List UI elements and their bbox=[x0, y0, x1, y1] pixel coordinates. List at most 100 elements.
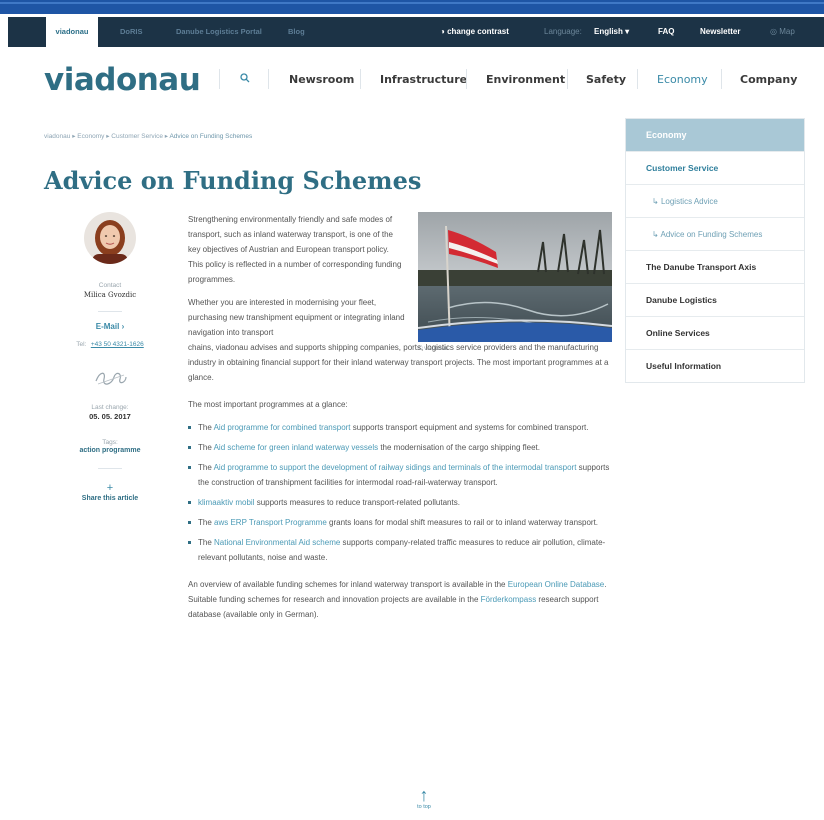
breadcrumb-economy[interactable]: Economy bbox=[77, 133, 104, 140]
list-item: klimaaktiv mobil supports measures to re… bbox=[188, 495, 618, 510]
closing-text: An overview of available funding schemes… bbox=[188, 580, 508, 589]
site-logo[interactable]: viadonau bbox=[44, 62, 201, 98]
sidebar-item-danube-transport-axis[interactable]: The Danube Transport Axis bbox=[626, 250, 804, 283]
contact-column: Contact Milica Gvozdic E-Mail › Tel: +43… bbox=[64, 212, 156, 502]
programme-link[interactable]: Aid scheme for green inland waterway ves… bbox=[214, 443, 379, 452]
breadcrumb-current: Advice on Funding Schemes bbox=[169, 133, 253, 140]
programme-link[interactable]: aws ERP Transport Programme bbox=[214, 518, 327, 527]
list-item-text: The bbox=[198, 423, 214, 432]
nav-separator bbox=[268, 69, 269, 89]
list-item: The Aid programme to support the develop… bbox=[188, 460, 618, 490]
breadcrumb: viadonau ▸ Economy ▸ Customer Service ▸ … bbox=[44, 132, 252, 140]
email-label: E-Mail bbox=[95, 322, 120, 331]
map-label: Map bbox=[779, 27, 795, 36]
programme-link[interactable]: Aid programme for combined transport bbox=[214, 423, 351, 432]
article-paragraph: Whether you are interested in modernisin… bbox=[188, 298, 405, 337]
breadcrumb-customer-service[interactable]: Customer Service bbox=[111, 133, 163, 140]
bullet-icon bbox=[188, 426, 191, 429]
faq-link[interactable]: FAQ bbox=[658, 17, 674, 47]
last-change-value: 05. 05. 2017 bbox=[89, 412, 131, 421]
article-intro: Strengthening environmentally friendly a… bbox=[188, 215, 402, 284]
divider bbox=[98, 311, 122, 312]
list-intro: The most important programmes at a glanc… bbox=[188, 400, 348, 409]
sub-arrow-icon: ↳ bbox=[652, 197, 661, 206]
sidebar-heading[interactable]: Economy bbox=[626, 119, 804, 151]
nav-company[interactable]: Company bbox=[740, 73, 797, 86]
nav-economy[interactable]: Economy bbox=[657, 73, 708, 86]
list-item-text: grants loans for modal shift measures to… bbox=[326, 518, 599, 527]
tel-link[interactable]: +43 50 4321-1626 bbox=[91, 341, 144, 348]
closing-paragraph: An overview of available funding schemes… bbox=[188, 577, 618, 622]
list-item-text: The bbox=[198, 463, 214, 472]
tab-danube-logistics-portal[interactable]: Danube Logistics Portal bbox=[168, 17, 270, 47]
top-stripe bbox=[0, 0, 824, 14]
tab-viadonau[interactable]: viadonau bbox=[46, 17, 98, 47]
top-stripe-line bbox=[0, 2, 824, 4]
page-title: Advice on Funding Schemes bbox=[44, 166, 422, 195]
list-item-text: supports transport equipment and systems… bbox=[350, 423, 589, 432]
map-link[interactable]: ◎ Map bbox=[770, 17, 795, 47]
nav-environment[interactable]: Environment bbox=[486, 73, 565, 86]
programme-link[interactable]: klimaaktiv mobil bbox=[198, 498, 254, 507]
list-item-text: the modernisation of the cargo shipping … bbox=[378, 443, 540, 452]
sidebar-nav: Economy Customer Service ↳ Logistics Adv… bbox=[625, 118, 805, 383]
breadcrumb-viadonau[interactable]: viadonau bbox=[44, 133, 70, 140]
bullet-icon bbox=[188, 501, 191, 504]
sidebar-item-online-services[interactable]: Online Services bbox=[626, 316, 804, 349]
tags-label: Tags: bbox=[102, 439, 118, 446]
nav-separator bbox=[466, 69, 467, 89]
share-button[interactable]: Share this article bbox=[64, 495, 156, 502]
list-item: The Aid scheme for green inland waterway… bbox=[188, 440, 618, 455]
bullet-icon bbox=[188, 466, 191, 469]
change-contrast-button[interactable]: ◑ change contrast bbox=[440, 17, 509, 47]
sidebar-item-useful-information[interactable]: Useful Information bbox=[626, 349, 804, 382]
programme-link[interactable]: Aid programme to support the development… bbox=[214, 463, 577, 472]
share-plus-icon[interactable]: + bbox=[64, 483, 156, 494]
sidebar-item-advice-on-funding-schemes[interactable]: ↳ Advice on Funding Schemes bbox=[626, 217, 804, 250]
programme-link[interactable]: National Environmental Aid scheme bbox=[214, 538, 340, 547]
search-icon[interactable] bbox=[240, 73, 250, 86]
email-link[interactable]: E-Mail › bbox=[64, 322, 156, 331]
language-select[interactable]: English ▾ bbox=[594, 17, 629, 47]
chevron-right-icon: › bbox=[121, 322, 125, 331]
chevron-down-icon: ▾ bbox=[625, 27, 630, 36]
to-top-button[interactable]: ↑ to top bbox=[402, 786, 446, 810]
tab-doris[interactable]: DoRIS bbox=[112, 17, 151, 47]
sidebar-item-label: Advice on Funding Schemes bbox=[660, 230, 763, 239]
sidebar-item-danube-logistics[interactable]: Danube Logistics bbox=[626, 283, 804, 316]
contact-name: Milica Gvozdic bbox=[83, 291, 137, 299]
article-content: Strengthening environmentally friendly a… bbox=[188, 212, 618, 630]
list-item-text: The bbox=[198, 538, 215, 547]
programmes-list: The Aid programme for combined transport… bbox=[188, 420, 618, 565]
nav-separator bbox=[721, 69, 722, 89]
bullet-icon bbox=[188, 541, 191, 544]
bullet-icon bbox=[188, 521, 191, 524]
change-contrast-label: change contrast bbox=[447, 27, 509, 36]
nav-newsroom[interactable]: Newsroom bbox=[289, 73, 354, 86]
sidebar-item-logistics-advice[interactable]: ↳ Logistics Advice bbox=[626, 184, 804, 217]
signature-icon bbox=[64, 367, 156, 394]
nav-separator bbox=[219, 69, 220, 89]
avatar bbox=[84, 212, 136, 264]
foerderkompass-link[interactable]: Förderkompass bbox=[481, 595, 537, 604]
sidebar-item-customer-service[interactable]: Customer Service bbox=[626, 151, 804, 184]
tel-label: Tel: bbox=[76, 341, 87, 348]
contrast-icon: ◑ bbox=[440, 27, 445, 36]
arrow-up-icon: ↑ bbox=[419, 785, 429, 805]
tab-blog[interactable]: Blog bbox=[280, 17, 313, 47]
list-item-text: The bbox=[198, 443, 214, 452]
european-online-database-link[interactable]: European Online Database bbox=[508, 580, 605, 589]
nav-separator bbox=[360, 69, 361, 89]
nav-infrastructure[interactable]: Infrastructure bbox=[380, 73, 467, 86]
divider bbox=[98, 468, 122, 469]
newsletter-link[interactable]: Newsletter bbox=[700, 17, 740, 47]
compass-icon: ◎ bbox=[770, 27, 777, 36]
top-bar: viadonau DoRIS Danube Logistics Portal B… bbox=[8, 17, 824, 47]
list-item: The aws ERP Transport Programme grants l… bbox=[188, 515, 618, 530]
list-item: The National Environmental Aid scheme su… bbox=[188, 535, 618, 565]
list-item-text: The bbox=[198, 518, 215, 527]
article-paragraph: chains, viadonau advises and supports sh… bbox=[188, 343, 609, 382]
nav-safety[interactable]: Safety bbox=[586, 73, 626, 86]
tag-link[interactable]: action programme bbox=[64, 447, 156, 454]
nav-separator bbox=[637, 69, 638, 89]
